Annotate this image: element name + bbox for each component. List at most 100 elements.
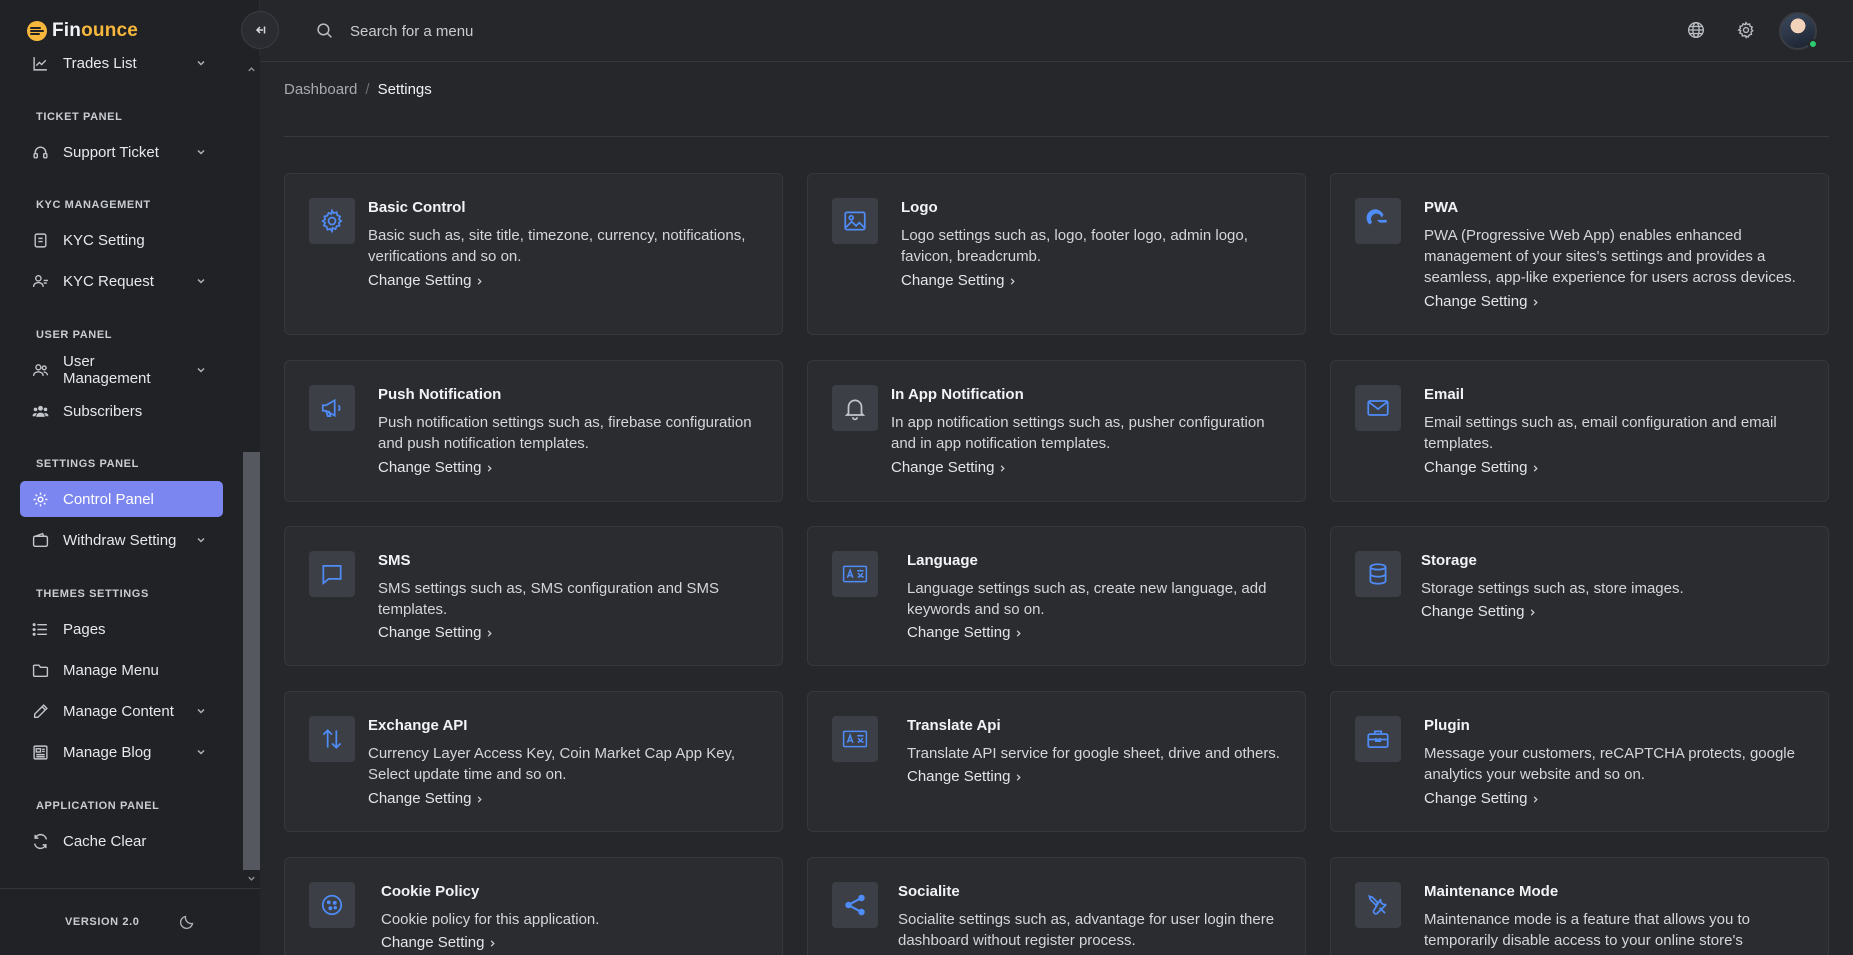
exchange-icon — [309, 716, 355, 762]
sidebar-item-control-panel[interactable]: Control Panel — [20, 481, 223, 517]
settings-card: Language Language settings such as, crea… — [807, 526, 1306, 666]
card-title: Logo — [901, 199, 938, 216]
pencil-icon — [32, 703, 49, 720]
sidebar-item-subscribers[interactable]: Subscribers — [20, 393, 223, 429]
change-setting-link[interactable]: Change Setting — [368, 272, 484, 289]
card-description: SMS settings such as, SMS configuration … — [378, 580, 719, 618]
people-group-icon — [32, 403, 49, 420]
chevron-down-icon — [195, 746, 207, 758]
change-setting-link[interactable]: Change Setting — [891, 459, 1007, 476]
cookie-icon — [309, 882, 355, 928]
database-icon — [1355, 551, 1401, 597]
card-description: Email settings such as, email configurat… — [1424, 414, 1777, 452]
list-icon — [32, 621, 49, 638]
sidebar-item-pages[interactable]: Pages — [20, 611, 223, 647]
change-setting-link[interactable]: Change Setting — [378, 624, 494, 641]
share-icon — [832, 882, 878, 928]
settings-card: Email Email settings such as, email conf… — [1330, 360, 1829, 502]
change-setting-link[interactable]: Change Setting — [1424, 790, 1540, 807]
chevron-right-icon — [485, 464, 494, 473]
card-title: Maintenance Mode — [1424, 883, 1559, 900]
sidebar-item-label: Cache Clear — [63, 832, 147, 850]
change-setting-link[interactable]: Change Setting — [1421, 603, 1537, 620]
sidebar-item-label: KYC Request — [63, 272, 154, 290]
card-description: Basic such as, site title, timezone, cur… — [368, 227, 746, 265]
sidebar-item-manage-blog[interactable]: Manage Blog — [20, 734, 223, 770]
globe-icon[interactable] — [1687, 21, 1705, 39]
wallet-icon — [32, 532, 49, 549]
newspaper-icon — [32, 744, 49, 761]
chevron-down-icon — [195, 146, 207, 158]
brand-logo[interactable]: Finounce — [26, 18, 138, 44]
change-setting-link[interactable]: Change Setting — [907, 624, 1023, 641]
document-icon — [32, 232, 49, 249]
chat-icon — [309, 551, 355, 597]
change-setting-link[interactable]: Change Setting — [1424, 293, 1540, 310]
sidebar-item-manage-menu[interactable]: Manage Menu — [20, 652, 223, 688]
change-setting-link[interactable]: Change Setting — [368, 790, 484, 807]
settings-card: Exchange API Currency Layer Access Key, … — [284, 691, 783, 832]
section-title-user: USER PANEL — [36, 329, 113, 341]
settings-card: Maintenance Mode Maintenance mode is a f… — [1330, 857, 1829, 955]
sidebar-item-label: Manage Blog — [63, 743, 152, 761]
chevron-right-icon — [1014, 773, 1023, 782]
breadcrumb-separator: / — [365, 81, 370, 98]
change-setting-link[interactable]: Change Setting — [381, 934, 497, 951]
change-setting-link[interactable]: Change Setting — [901, 272, 1017, 289]
chart-icon — [32, 55, 49, 72]
sidebar-item-label: KYC Setting — [63, 231, 145, 249]
card-description: In app notification settings such as, pu… — [891, 414, 1265, 452]
translate-icon — [832, 551, 878, 597]
chevron-down-icon — [195, 57, 207, 69]
settings-card: Storage Storage settings such as, store … — [1330, 526, 1829, 666]
sidebar-item-support-ticket[interactable]: Support Ticket — [20, 134, 223, 170]
sidebar-collapse-button[interactable] — [241, 11, 279, 49]
change-setting-link[interactable]: Change Setting — [378, 459, 494, 476]
chevron-right-icon — [1531, 464, 1540, 473]
sidebar-item-user-management[interactable]: User Management — [20, 352, 223, 388]
sidebar: Trades List TICKET PANEL Support Ticket … — [0, 0, 260, 955]
sidebar-item-manage-content[interactable]: Manage Content — [20, 693, 223, 729]
chevron-right-icon — [1008, 277, 1017, 286]
search-icon — [316, 22, 333, 39]
sidebar-nav: Trades List TICKET PANEL Support Ticket … — [0, 0, 243, 888]
breadcrumb-current: Settings — [377, 81, 432, 98]
settings-card: Push Notification Push notification sett… — [284, 360, 783, 502]
scroll-up-icon[interactable] — [246, 64, 257, 75]
change-setting-link[interactable]: Change Setting — [907, 768, 1023, 785]
change-setting-link[interactable]: Change Setting — [1424, 459, 1540, 476]
moon-icon[interactable] — [180, 913, 196, 929]
sidebar-item-label: Support Ticket — [63, 143, 159, 161]
gear-icon — [309, 198, 355, 244]
envelope-icon — [1355, 385, 1401, 431]
section-title-settings: SETTINGS PANEL — [36, 458, 139, 470]
chevron-right-icon — [485, 629, 494, 638]
settings-card: Logo Logo settings such as, logo, footer… — [807, 173, 1306, 335]
gear-icon — [32, 491, 49, 508]
card-description: Socialite settings such as, advantage fo… — [898, 911, 1275, 949]
section-title-application: APPLICATION PANEL — [36, 800, 160, 812]
sidebar-item-kyc-setting[interactable]: KYC Setting — [20, 222, 223, 258]
chevron-down-icon — [195, 275, 207, 287]
sidebar-item-withdraw-setting[interactable]: Withdraw Setting — [20, 522, 223, 558]
sidebar-item-cache-clear[interactable]: Cache Clear — [20, 823, 223, 859]
sidebar-item-label: User Management — [63, 353, 151, 387]
image-icon — [832, 198, 878, 244]
chevron-down-icon — [195, 534, 207, 546]
settings-card: SMS SMS settings such as, SMS configurat… — [284, 526, 783, 666]
sidebar-item-kyc-request[interactable]: KYC Request — [20, 263, 223, 299]
card-description: Translate API service for google sheet, … — [907, 745, 1280, 762]
card-title: Translate Api — [907, 717, 1001, 734]
search-input[interactable] — [350, 16, 750, 46]
card-title: Exchange API — [368, 717, 468, 734]
settings-gear-icon[interactable] — [1737, 21, 1755, 39]
users-icon — [32, 362, 49, 379]
section-title-ticket: TICKET PANEL — [36, 111, 123, 123]
sidebar-item-label: Manage Menu — [63, 661, 159, 679]
card-description: Message your customers, reCAPTCHA protec… — [1424, 745, 1795, 783]
breadcrumb-dashboard[interactable]: Dashboard — [284, 81, 357, 98]
scroll-down-icon[interactable] — [246, 873, 257, 884]
logo-icon — [26, 20, 48, 42]
online-status-dot — [1808, 39, 1818, 49]
sidebar-scrollbar-thumb[interactable] — [243, 452, 260, 870]
